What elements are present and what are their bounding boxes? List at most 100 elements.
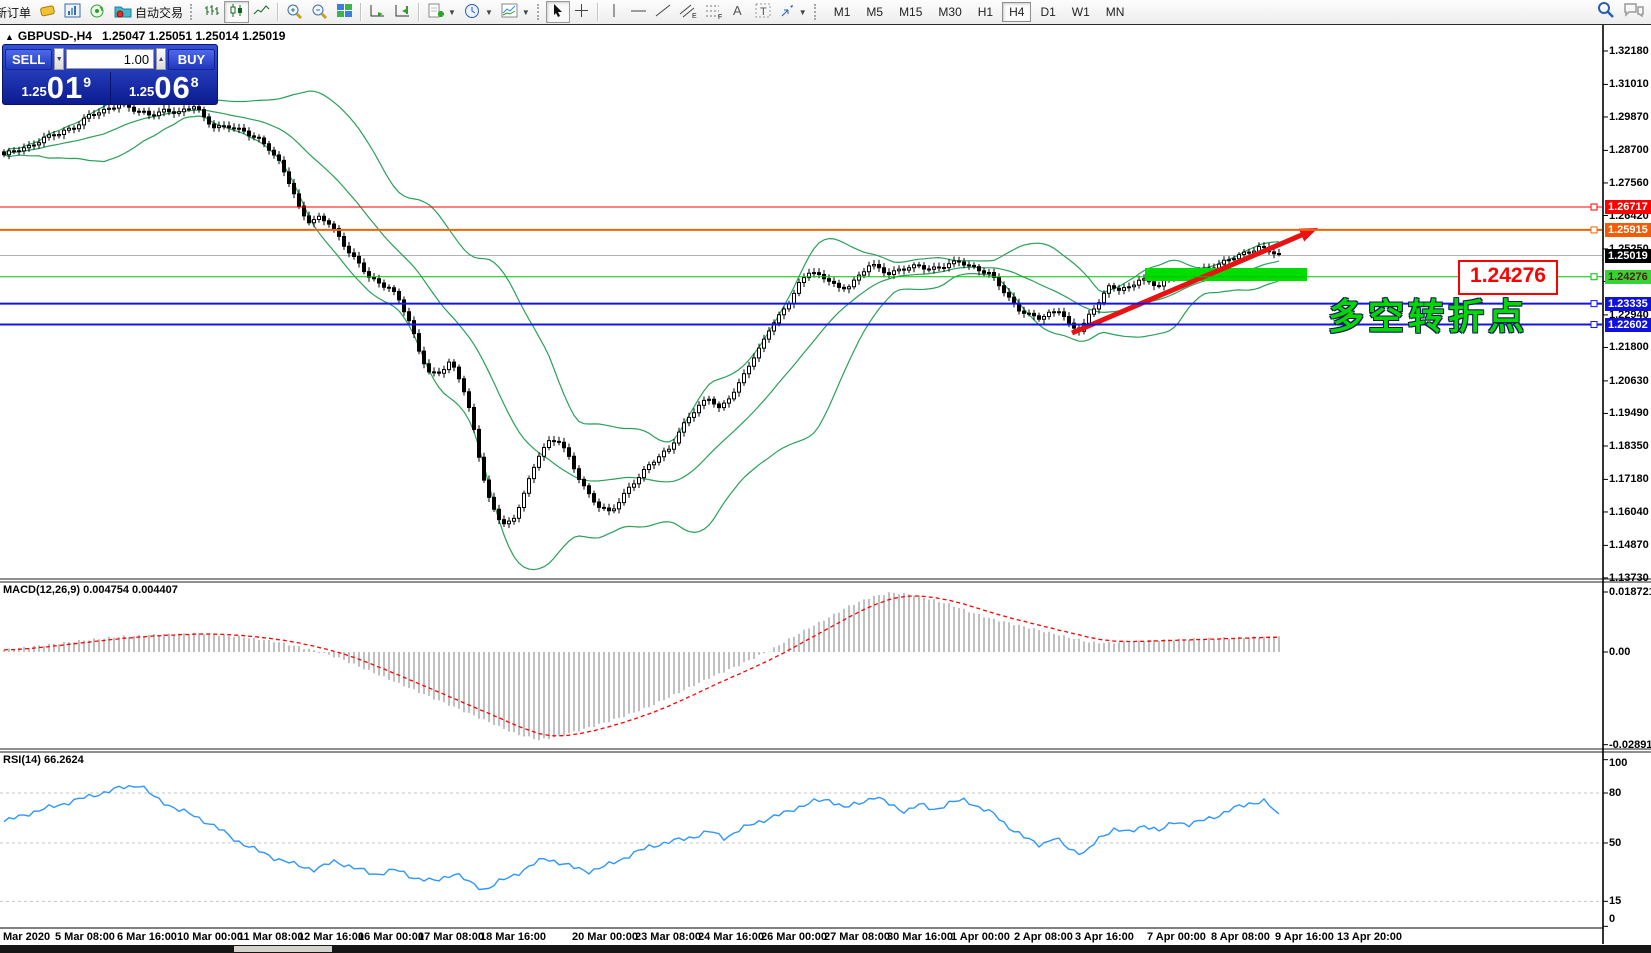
sell-price[interactable]: 1.25 01 9 [3,72,110,104]
rsi-tick: 0 [1609,913,1615,925]
search-icon[interactable] [1597,1,1615,24]
timeframe-m15[interactable]: M15 [892,2,929,22]
macd-panel [4,592,1279,740]
vertical-line-button[interactable] [602,1,626,23]
autotrading-icon [114,3,132,21]
rsi-tick: 80 [1609,787,1621,799]
timeframe-m30[interactable]: M30 [931,2,968,22]
time-tick: 12 Mar 16:00 [298,931,364,943]
volume-increase-button[interactable]: ▲ [156,48,166,70]
price-tick: 1.19490 [1609,407,1649,419]
macd-tick: -0.028913 [1609,739,1651,751]
macd-tick: 0.018721 [1609,586,1651,598]
time-tick: 9 Apr 16:00 [1275,931,1334,943]
price-tick: 1.17180 [1609,473,1649,485]
equidistant-channel-icon: E [679,3,697,22]
signal-icon [89,3,106,21]
zoom-out-button[interactable] [307,1,332,23]
indicators-button[interactable]: ▼ [423,1,460,23]
tile-windows-button[interactable] [332,1,357,23]
price-tag: 1.24276 [1605,270,1651,284]
crosshair-button[interactable] [570,1,594,23]
close-order-button[interactable] [35,1,60,23]
text-label-button[interactable]: T [751,1,776,23]
chart-window-icon [64,3,81,21]
toolbar: 新订单 自动交易 [0,0,1651,25]
zoom-out-icon [311,3,328,22]
toolbar-grip[interactable] [814,4,820,20]
time-tick: 3 Apr 16:00 [1075,931,1134,943]
timeframe-group: M1M5M15M30H1H4D1W1MN [827,2,1132,22]
zoom-in-icon [286,3,303,22]
buy-price[interactable]: 1.25 06 8 [111,72,218,104]
buy-price-small: 1.25 [129,84,154,99]
timeframe-m1[interactable]: M1 [827,2,858,22]
market-watch-button[interactable] [60,1,85,23]
horizontal-scrollbar[interactable] [0,945,1651,953]
rsi-tick: 100 [1609,757,1627,769]
new-order-label: 新订单 [0,4,31,21]
price-tick: 1.18350 [1609,440,1649,452]
periods-button[interactable]: ▼ [460,1,497,23]
buy-button[interactable]: BUY [168,49,215,70]
time-tick: 23 Mar 08:00 [635,931,701,943]
candlestick-chart-button[interactable] [224,1,249,23]
one-click-trading-panel: SELL ▼ ▲ BUY 1.25 01 9 1.25 06 8 [2,44,218,105]
dropdown-caret-icon: ▼ [485,8,493,17]
cursor-arrow-icon [551,3,565,21]
candlestick-icon [228,3,245,21]
price-tick: 1.13730 [1609,572,1649,584]
collapse-triangle-icon[interactable]: ▲ [5,32,14,42]
up-candles [8,104,1281,524]
autotrading-button[interactable]: 自动交易 [110,1,187,23]
text-label-icon: T [755,3,772,21]
chart-canvas[interactable] [0,24,1651,953]
autotrading-label: 自动交易 [135,4,183,21]
line-chart-icon [253,3,270,21]
time-tick: 8 Apr 08:00 [1211,931,1270,943]
time-tick: 1 Apr 00:00 [951,931,1010,943]
timeframe-h4[interactable]: H4 [1002,2,1031,22]
chat-icon[interactable] [1623,2,1645,23]
scrollbar-thumb[interactable] [234,946,332,952]
time-tick: 17 Mar 08:00 [418,931,484,943]
text-button[interactable]: A [727,1,751,23]
line-handle [1591,322,1597,328]
volume-input[interactable] [66,49,154,69]
signals-button[interactable] [85,1,110,23]
sell-button[interactable]: SELL [5,49,52,70]
timeframe-m5[interactable]: M5 [859,2,890,22]
templates-button[interactable]: ▼ [497,1,534,23]
auto-scroll-button[interactable] [365,1,390,23]
price-tick: 1.28700 [1609,144,1649,156]
chart-shift-button[interactable] [390,1,415,23]
horizontal-line-button[interactable] [626,1,651,23]
bar-chart-button[interactable] [199,1,224,23]
arrows-button[interactable]: ▼ [776,1,811,23]
volume-decrease-button[interactable]: ▼ [54,48,64,70]
horizontal-line-icon [630,3,647,21]
zoom-in-button[interactable] [282,1,307,23]
fibonacci-button[interactable]: F [701,1,727,23]
time-tick: 13 Apr 20:00 [1337,931,1402,943]
add-indicator-icon [427,3,444,22]
timeframe-w1[interactable]: W1 [1065,2,1097,22]
trendline-button[interactable] [651,1,675,23]
rsi-line [4,786,1279,890]
toolbar-grip[interactable] [190,4,196,20]
cursor-button[interactable] [546,1,570,23]
toolbar-grip[interactable] [537,4,543,20]
new-order-button[interactable]: 新订单 [0,1,35,23]
line-handle [1591,204,1597,210]
time-tick: 11 Mar 08:00 [238,931,303,943]
timeframe-mn[interactable]: MN [1099,2,1132,22]
time-tick: 10 Mar 00:00 [177,931,243,943]
time-tick: 30 Mar 16:00 [887,931,953,943]
rsi-indicator-label: RSI(14) 66.2624 [3,754,84,766]
line-chart-button[interactable] [249,1,274,23]
timeframe-d1[interactable]: D1 [1033,2,1062,22]
timeframe-h1[interactable]: H1 [971,2,1000,22]
sell-price-small: 1.25 [21,84,46,99]
chinese-annotation[interactable]: 多空转折点 [1328,288,1528,340]
channel-button[interactable]: E [675,1,701,23]
